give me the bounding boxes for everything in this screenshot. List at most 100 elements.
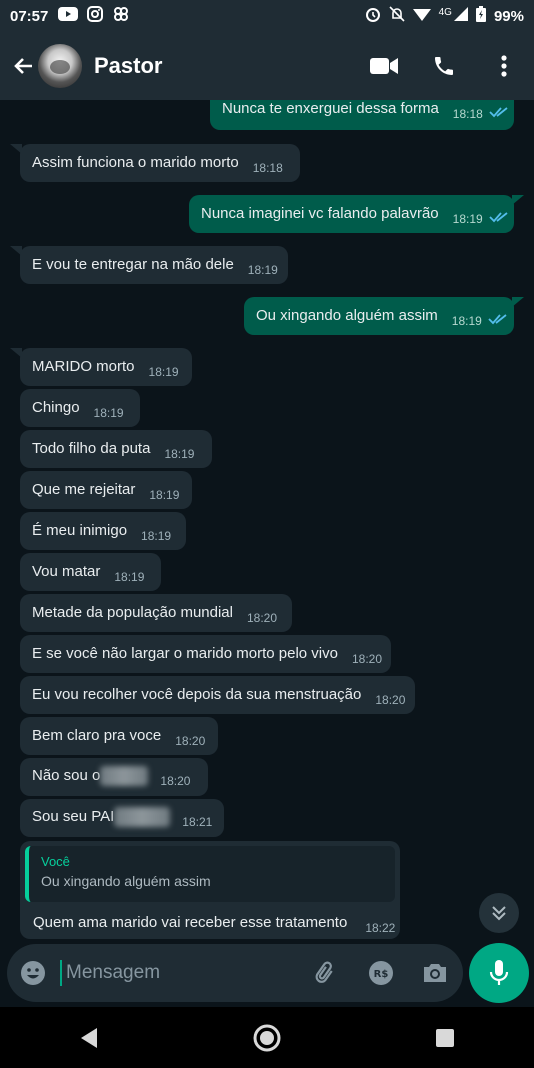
wifi-icon [412, 7, 431, 25]
message-text: Metade da população mundial [32, 604, 233, 621]
message-bubble-incoming[interactable]: E se você não largar o marido morto pelo… [20, 635, 391, 673]
message-text: E se você não largar o marido morto pelo… [32, 645, 338, 662]
message-time: 18:20 [246, 611, 278, 625]
instagram-icon [87, 6, 104, 26]
message-time: 18:19 [141, 529, 172, 543]
message-text: Chingo [32, 399, 80, 416]
read-ticks-icon [489, 212, 508, 223]
message-bubble-outgoing[interactable]: Nunca te enxerguei dessa forma 18:18 [210, 100, 514, 130]
battery-icon [475, 6, 486, 26]
nav-back-button[interactable] [59, 1013, 119, 1063]
message-time: 18:19 [114, 570, 145, 584]
message-bubble-incoming[interactable]: Metade da população mundial 18:20 [20, 594, 292, 632]
avatar[interactable] [38, 44, 82, 88]
message-bubble-incoming[interactable]: Não sou o 18:20 [20, 758, 208, 796]
message-time: 18:20 [160, 773, 191, 788]
quoted-author: Você [41, 854, 70, 869]
contact-name[interactable]: Pastor [94, 53, 162, 79]
redacted-blur [114, 807, 171, 827]
text-cursor [60, 960, 63, 986]
double-chevron-down-icon [492, 906, 506, 921]
message-time: 18:21 [182, 814, 213, 829]
message-time: 18:19 [452, 212, 483, 226]
message-bubble-incoming[interactable]: É meu inimigo 18:19 [20, 512, 186, 550]
message-bubble-outgoing[interactable]: Ou xingando alguém assim 18:19 [244, 297, 514, 335]
svg-text:R$: R$ [373, 969, 388, 980]
status-time: 07:57 [10, 7, 49, 25]
message-time: 18:19 [164, 447, 195, 461]
nav-home-button[interactable] [237, 1013, 297, 1063]
message-bubble-incoming[interactable]: E vou te entregar na mão dele 18:19 [20, 246, 288, 284]
message-time: 18:18 [452, 107, 483, 121]
message-time: 18:19 [451, 314, 482, 328]
scroll-to-bottom-button[interactable] [479, 893, 519, 933]
quoted-message[interactable]: Você Ou xingando alguém assim [25, 846, 395, 902]
payment-button[interactable]: R$ [353, 960, 408, 986]
camera-icon [424, 964, 447, 982]
arrow-left-icon [14, 58, 32, 74]
message-bubble-incoming[interactable]: Todo filho da puta 18:19 [20, 430, 212, 468]
camera-button[interactable] [408, 962, 463, 984]
message-bubble-incoming[interactable]: Que me rejeitar 18:19 [20, 471, 192, 509]
message-text: Sou seu PAI [32, 807, 115, 825]
payment-icon: R$ [368, 961, 393, 985]
message-bubble-outgoing[interactable]: Nunca imaginei vc falando palavrão 18:19 [189, 195, 514, 233]
message-input[interactable] [64, 961, 299, 985]
status-bar: 07:57 4G 99% [0, 0, 534, 32]
read-ticks-icon [488, 314, 507, 325]
more-options-button[interactable] [474, 38, 534, 94]
voice-call-button[interactable] [414, 38, 474, 94]
message-bubble-incoming[interactable]: Vou matar 18:19 [20, 553, 161, 591]
message-text: Não sou o [32, 766, 101, 784]
message-time: 18:18 [252, 161, 283, 175]
message-text: Eu vou recolher você depois da sua menst… [32, 686, 362, 703]
message-text: Todo filho da puta [32, 440, 151, 457]
square-recents-icon [436, 1028, 454, 1047]
message-time: 18:20 [375, 693, 406, 707]
attach-icon [315, 961, 333, 983]
message-time: 18:20 [175, 734, 206, 748]
message-text: Que me rejeitar [32, 481, 136, 498]
quoted-text: Ou xingando alguém assim [41, 873, 211, 889]
message-text: E vou te entregar na mão dele [32, 256, 234, 273]
message-list[interactable]: Nunca te enxerguei dessa forma 18:18 Assi… [0, 100, 534, 940]
attach-button[interactable] [298, 960, 353, 986]
message-text: É meu inimigo [32, 522, 128, 539]
message-text: MARIDO morto [32, 358, 135, 375]
emoji-button[interactable] [7, 959, 58, 987]
message-text: Nunca imaginei vc falando palavrão [201, 205, 439, 222]
message-time: 18:19 [148, 365, 179, 379]
message-composer: R$ [7, 944, 463, 1002]
app-icon [112, 5, 130, 27]
youtube-icon [58, 7, 79, 25]
message-time: 18:20 [351, 652, 383, 666]
message-bubble-incoming[interactable]: Assim funciona o marido morto 18:18 [20, 144, 300, 182]
message-text: Nunca te enxerguei dessa forma [222, 100, 439, 117]
message-text: Assim funciona o marido morto [32, 154, 239, 171]
triangle-back-icon [81, 1027, 97, 1048]
message-bubble-incoming[interactable]: Chingo 18:19 [20, 389, 140, 427]
reply-message-bubble[interactable]: Você Ou xingando alguém assim Quem ama m… [20, 841, 400, 939]
signal-icon [453, 7, 468, 25]
nav-recents-button[interactable] [415, 1013, 475, 1063]
redacted-blur [100, 766, 149, 786]
video-call-icon [370, 58, 398, 74]
message-text: Quem ama marido vai receber esse tratame… [33, 914, 348, 931]
home-circle-icon [253, 1024, 281, 1051]
message-bubble-incoming[interactable]: Bem claro pra voce 18:20 [20, 717, 218, 755]
mute-icon [389, 6, 405, 26]
voice-record-button[interactable] [469, 943, 529, 1003]
message-bubble-incoming[interactable]: Sou seu PAI 18:21 [20, 799, 224, 837]
message-text: Vou matar [32, 563, 101, 580]
emoji-icon [20, 961, 45, 985]
video-call-button[interactable] [354, 38, 414, 94]
message-bubble-incoming[interactable]: MARIDO morto 18:19 [20, 348, 192, 386]
system-nav-bar [0, 1007, 534, 1068]
alarm-icon [365, 6, 381, 26]
message-time: 18:22 [365, 921, 396, 935]
read-ticks-icon [489, 107, 508, 118]
battery-percent: 99% [493, 7, 524, 25]
message-time: 18:19 [149, 488, 180, 502]
message-bubble-incoming[interactable]: Eu vou recolher você depois da sua menst… [20, 676, 415, 714]
message-time: 18:19 [247, 263, 278, 277]
